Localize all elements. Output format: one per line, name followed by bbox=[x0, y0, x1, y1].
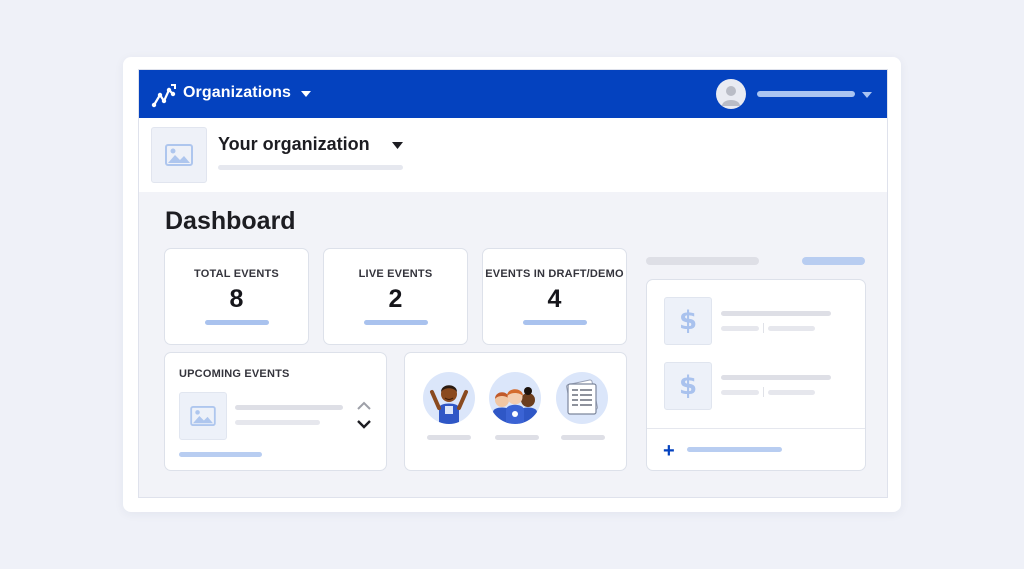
action-label-placeholder bbox=[495, 435, 539, 440]
event-title-placeholder[interactable] bbox=[235, 405, 343, 410]
dollar-icon[interactable]: $ bbox=[664, 297, 712, 345]
analytics-logo-icon[interactable] bbox=[151, 82, 177, 108]
user-name-placeholder[interactable] bbox=[757, 91, 855, 97]
chevron-up-icon[interactable] bbox=[356, 401, 372, 411]
detail-divider bbox=[763, 387, 764, 397]
upcoming-events-card: UPCOMING EVENTS bbox=[164, 352, 387, 471]
chevron-down-icon[interactable] bbox=[862, 92, 872, 98]
card-divider bbox=[647, 428, 865, 429]
stat-label: TOTAL EVENTS bbox=[194, 268, 279, 280]
organization-name[interactable]: Your organization bbox=[218, 134, 370, 155]
chevron-down-icon[interactable] bbox=[301, 91, 311, 97]
image-icon bbox=[165, 144, 193, 166]
upcoming-events-label: UPCOMING EVENTS bbox=[179, 368, 290, 380]
chevron-down-icon[interactable] bbox=[392, 142, 403, 149]
organization-header: Your organization bbox=[139, 118, 887, 192]
section-heading-placeholder bbox=[646, 257, 759, 265]
organization-subtitle-placeholder bbox=[218, 165, 403, 170]
add-icon[interactable]: + bbox=[663, 441, 675, 461]
action-label-placeholder bbox=[427, 435, 471, 440]
action-label-placeholder bbox=[561, 435, 605, 440]
dollar-icon[interactable]: $ bbox=[664, 362, 712, 410]
stat-value: 8 bbox=[229, 285, 244, 313]
ticket-list-icon[interactable] bbox=[556, 372, 608, 424]
stat-link-placeholder[interactable] bbox=[204, 320, 269, 325]
payment-detail-placeholder bbox=[768, 390, 815, 395]
stat-value: 2 bbox=[388, 285, 403, 313]
stat-card-total-events[interactable]: TOTAL EVENTS 8 bbox=[164, 248, 309, 345]
person-waving-icon[interactable] bbox=[423, 372, 475, 424]
detail-divider bbox=[763, 323, 764, 333]
quick-actions-card bbox=[404, 352, 627, 471]
team-group-icon[interactable] bbox=[489, 372, 541, 424]
event-date-placeholder bbox=[235, 420, 320, 425]
payment-detail-placeholder bbox=[721, 390, 759, 395]
page-title: Dashboard bbox=[165, 207, 296, 235]
organizations-menu[interactable]: Organizations bbox=[183, 84, 291, 102]
screenshot-frame: Organizations Your organization Dashboar… bbox=[123, 57, 901, 512]
stat-card-draft-events[interactable]: EVENTS IN DRAFT/DEMO 4 bbox=[482, 248, 627, 345]
payments-card: $ $ + bbox=[646, 279, 866, 471]
add-link-placeholder[interactable] bbox=[687, 447, 782, 452]
chevron-down-icon[interactable] bbox=[356, 419, 372, 429]
payment-detail-placeholder bbox=[721, 326, 759, 331]
payment-detail-placeholder bbox=[768, 326, 815, 331]
top-nav-bar: Organizations bbox=[139, 70, 887, 118]
app-window: Organizations Your organization Dashboar… bbox=[138, 69, 888, 498]
section-link-placeholder[interactable] bbox=[802, 257, 865, 265]
view-all-link-placeholder[interactable] bbox=[179, 452, 262, 457]
event-thumbnail[interactable] bbox=[179, 392, 227, 440]
stat-label: LIVE EVENTS bbox=[358, 268, 433, 280]
payment-title-placeholder bbox=[721, 375, 831, 380]
user-avatar-icon[interactable] bbox=[716, 79, 746, 109]
payment-title-placeholder bbox=[721, 311, 831, 316]
stat-value: 4 bbox=[547, 285, 562, 313]
stat-card-live-events[interactable]: LIVE EVENTS 2 bbox=[323, 248, 468, 345]
image-icon bbox=[190, 406, 216, 426]
stat-link-placeholder[interactable] bbox=[522, 320, 587, 325]
stat-label: EVENTS IN DRAFT/DEMO bbox=[485, 268, 624, 280]
organization-logo-placeholder bbox=[151, 127, 207, 183]
stat-link-placeholder[interactable] bbox=[363, 320, 428, 325]
